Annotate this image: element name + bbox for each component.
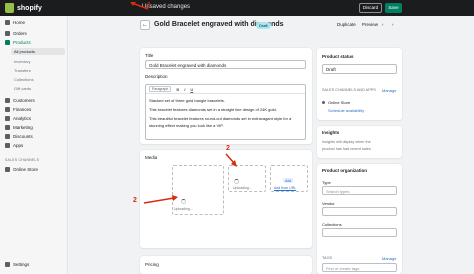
add-media-button[interactable]: Add — [283, 178, 294, 183]
channel-online-store: Online Store — [328, 100, 351, 105]
sidebar-sub-inventory[interactable]: Inventory — [14, 59, 30, 64]
save-button[interactable]: Save — [385, 3, 402, 13]
sidebar-item-label: Apps — [13, 143, 24, 148]
sidebar-item-label: Home — [13, 20, 26, 25]
insights-heading: Insights — [322, 130, 340, 135]
description-editor[interactable]: Paragraph B I U Stacked set of three gol… — [145, 84, 306, 140]
shopify-bag-icon — [5, 3, 14, 13]
organization-heading: Product organization — [322, 168, 367, 173]
uploading-status: Uploading... — [233, 186, 252, 190]
sidebar-sub-all-products[interactable]: All products — [11, 48, 65, 55]
tags-label: TAGS — [322, 256, 333, 260]
description-label: Description — [145, 74, 168, 79]
sidebar-item-label: Finances — [13, 107, 32, 112]
gear-icon — [5, 262, 10, 267]
sidebar-item-apps[interactable]: Apps — [5, 143, 23, 148]
uploading-status: Uploading... — [174, 207, 193, 211]
title-field[interactable]: Gold Bracelet engraved with diamonds — [145, 60, 306, 69]
annotation-marker-2: 2 — [133, 197, 137, 204]
tag-icon — [5, 40, 10, 45]
pricing-card — [140, 256, 312, 274]
underline-button[interactable]: U — [190, 87, 193, 92]
discard-button[interactable]: Discard — [359, 3, 382, 13]
spinner-icon — [181, 199, 186, 204]
sidebar-item-label: Analytics — [13, 116, 32, 121]
editor-toolbar: Paragraph B I U — [146, 85, 305, 94]
bold-button[interactable]: B — [176, 87, 179, 92]
top-bar: shopify Unsaved changes Discard Save — [0, 0, 474, 16]
apps-icon — [5, 143, 10, 148]
sidebar-item-label: Orders — [13, 31, 27, 36]
sidebar-item-settings[interactable]: Settings — [5, 262, 29, 267]
sidebar-sub-transfers[interactable]: Transfers — [14, 68, 31, 73]
brand-name: shopify — [17, 4, 42, 12]
add-from-url-link[interactable]: Add from URL — [274, 186, 296, 190]
annotation-arrow-2b — [225, 153, 237, 167]
previous-product-button[interactable]: ‹ — [382, 22, 384, 27]
vendor-label: Vendor — [322, 201, 335, 206]
sidebar-item-finances[interactable]: Finances — [5, 107, 31, 112]
collections-input[interactable] — [322, 228, 397, 237]
sidebar-item-label: Online Store — [13, 167, 39, 172]
back-button[interactable]: ← — [140, 20, 150, 30]
sidebar-sub-gift-cards[interactable]: Gift cards — [14, 86, 31, 91]
annotation-marker-2: 2 — [226, 145, 230, 152]
italic-button[interactable]: I — [184, 87, 185, 92]
finances-icon — [5, 107, 10, 112]
customers-icon — [5, 98, 10, 103]
description-line: This beautiful bracelet features round-c… — [149, 116, 292, 121]
insights-text: Insights will display when the — [322, 140, 371, 144]
manage-channels-link[interactable]: Manage — [382, 88, 396, 93]
sidebar-item-marketing[interactable]: Marketing — [5, 125, 33, 130]
product-status-heading: Product status — [322, 54, 354, 59]
preview-button[interactable]: Preview — [362, 22, 378, 27]
duplicate-button[interactable]: Duplicate — [337, 22, 356, 27]
manage-tags-link[interactable]: Manage — [382, 256, 396, 261]
tags-input[interactable]: Find or create tags — [322, 263, 397, 272]
shopify-logo[interactable]: shopify — [5, 3, 42, 13]
orders-icon — [5, 31, 10, 36]
sidebar-item-label: Marketing — [13, 125, 33, 130]
sidebar-item-orders[interactable]: Orders — [5, 31, 27, 36]
annotation-arrow-1 — [130, 2, 149, 10]
sidebar-item-label: Settings — [13, 262, 30, 267]
sidebar-item-customers[interactable]: Customers — [5, 98, 35, 103]
sidebar-item-label: Customers — [13, 98, 35, 103]
insights-text: product has had recent sales — [322, 147, 371, 151]
description-line: Stacked set of three gold bangle bracele… — [149, 98, 225, 103]
sidebar-item-discounts[interactable]: Discounts — [5, 134, 33, 139]
vendor-input[interactable] — [322, 207, 397, 216]
store-icon — [5, 167, 10, 172]
media-heading: Media — [145, 155, 158, 160]
next-product-button[interactable]: › — [392, 22, 394, 27]
sidebar-item-label: Discounts — [13, 134, 33, 139]
type-label: Type — [322, 180, 331, 185]
sidebar-item-analytics[interactable]: Analytics — [5, 116, 31, 121]
sidebar-item-label: Products — [13, 40, 31, 45]
marketing-icon — [5, 125, 10, 130]
status-select[interactable]: Draft — [322, 64, 397, 74]
schedule-availability-link[interactable]: Schedule availability — [328, 108, 364, 113]
sidebar-item-online-store[interactable]: Online Store — [5, 167, 38, 172]
home-icon — [5, 20, 10, 25]
type-input[interactable]: Search types — [322, 186, 397, 195]
sales-channels-apps-heading: SALES CHANNELS AND APPS — [322, 88, 376, 92]
description-line: stunning effect making you look like a V… — [149, 123, 224, 128]
discounts-icon — [5, 134, 10, 139]
collections-label: Collections — [322, 222, 342, 227]
sidebar-item-home[interactable]: Home — [5, 20, 25, 25]
status-badge: Draft — [256, 22, 271, 29]
sales-channels-heading: SALES CHANNELS — [5, 158, 40, 162]
analytics-icon — [5, 116, 10, 121]
channel-status-dot — [322, 101, 325, 104]
paragraph-select[interactable]: Paragraph — [149, 86, 172, 92]
pricing-heading: Pricing — [145, 262, 159, 267]
sidebar-item-products[interactable]: Products — [5, 40, 31, 45]
spinner-icon — [234, 179, 239, 184]
sidebar-sub-collections[interactable]: Collections — [14, 77, 34, 82]
title-label: Title — [145, 53, 154, 58]
annotation-arrow-2a — [143, 195, 178, 204]
description-line: This bracelet features diamonds set in a… — [149, 107, 277, 112]
